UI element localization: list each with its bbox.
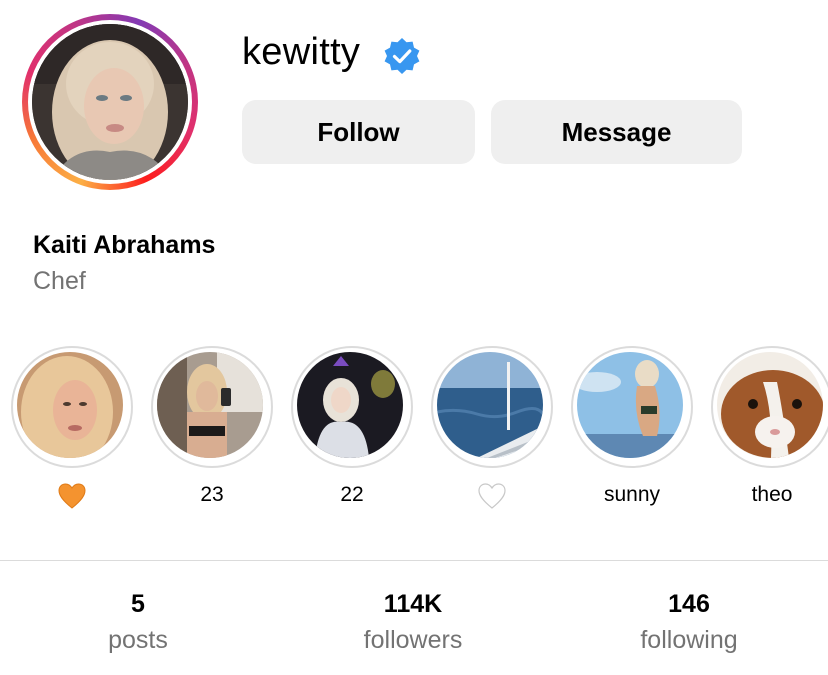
avatar[interactable] [32,24,188,180]
highlight-thumbnail [577,352,683,458]
highlight-label: 23 [200,483,224,506]
highlight-thumbnail [17,352,123,458]
bio: Chef [33,267,86,295]
white-heart-icon [478,483,506,509]
followers-count: 114K [383,590,443,618]
follow-button[interactable]: Follow [242,100,475,164]
followers-label: followers [363,626,463,654]
posts-count: 5 [131,590,145,618]
stat-following[interactable]: 146 following [589,588,789,660]
highlight-label [11,483,133,515]
posts-label: posts [108,626,168,654]
highlight-thumbnail [297,352,403,458]
highlight-thumbnail [157,352,263,458]
party-balloon-icon [297,352,403,458]
highlight-label: theo [751,483,793,506]
guinea-pig-icon [717,352,823,458]
highlight-thumbnail [717,352,823,458]
highlight-label: 22 [340,483,364,506]
avatar-story-ring[interactable] [22,14,198,190]
following-count: 146 [668,590,710,618]
sea-boat-icon [437,352,543,458]
highlight-label [431,483,553,515]
stat-posts[interactable]: 5 posts [38,588,238,660]
following-label: following [640,626,738,654]
highlight-label: sunny [603,483,661,506]
mirror-selfie-icon [157,352,263,458]
message-button[interactable]: Message [491,100,742,164]
stat-followers[interactable]: 114K followers [313,588,513,660]
divider [0,560,828,561]
profile-photo-icon [32,24,188,180]
full-name: Kaiti Abrahams [33,231,216,259]
beach-icon [577,352,683,458]
highlight-thumbnail [437,352,543,458]
username: kewitty [242,31,361,73]
verified-badge-icon [384,38,420,74]
story-highlights[interactable]: 23 22 sunny theo [0,346,828,526]
orange-heart-icon [58,483,86,509]
selfie-icon [17,352,123,458]
